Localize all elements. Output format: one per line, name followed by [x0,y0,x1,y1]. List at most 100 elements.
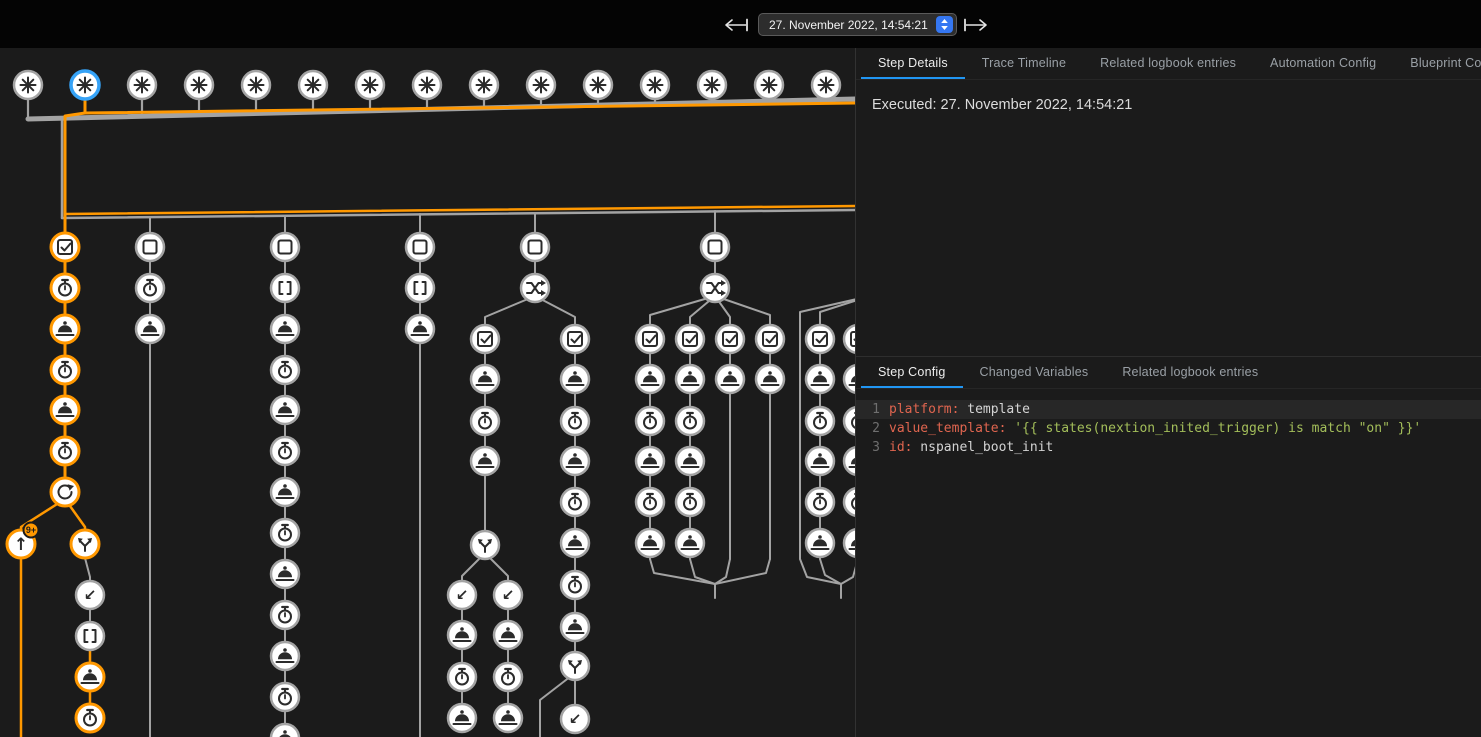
node-timer-delay-icon[interactable] [271,683,299,711]
node-timer-delay-icon[interactable] [806,488,834,516]
node-service-call-bell-icon[interactable] [561,365,589,393]
trigger-node[interactable] [185,71,213,99]
node-checkbox-blank-icon[interactable] [701,233,729,261]
node-timer-delay-icon[interactable] [448,663,476,691]
node-arrow-bottom-left-icon[interactable]: ↙ [561,705,589,733]
node-condition-checkbox-marked-icon[interactable] [806,325,834,353]
node-checkbox-blank-icon[interactable] [406,233,434,261]
node-arrow-bottom-left-icon[interactable]: ↙ [76,581,104,609]
node-arrow-bottom-left-icon[interactable]: ↙ [494,581,522,609]
node-service-call-bell-icon[interactable] [271,724,299,737]
node-timer-delay-icon[interactable] [561,488,589,516]
node-service-call-bell-icon[interactable] [51,315,79,343]
node-condition-checkbox-marked-icon[interactable] [756,325,784,353]
node-parallel-shuffle-icon[interactable] [521,274,549,302]
node-timer-delay-icon[interactable] [51,437,79,465]
tab-related-logbook-entries-2[interactable]: Related logbook entries [1105,357,1275,388]
node-service-call-bell-icon[interactable] [271,478,299,506]
next-run-button[interactable] [962,16,990,34]
node-timer-delay-icon[interactable] [271,356,299,384]
node-service-call-bell-icon[interactable] [806,365,834,393]
node-service-call-bell-icon[interactable] [471,447,499,475]
node-service-call-bell-icon[interactable] [844,529,855,557]
node-condition-checkbox-marked-icon[interactable] [636,325,664,353]
node-timer-delay-icon[interactable] [76,704,104,732]
node-service-call-bell-icon[interactable] [271,560,299,588]
node-service-call-bell-icon[interactable] [448,704,476,732]
trigger-node[interactable] [299,71,327,99]
tab-step-config[interactable]: Step Config [861,357,963,388]
node-service-call-bell-icon[interactable] [676,447,704,475]
node-repeat-refresh-icon[interactable] [51,478,79,506]
trigger-node[interactable] [641,71,669,99]
node-condition-checkbox-marked-icon[interactable] [561,325,589,353]
node-service-call-bell-icon[interactable] [561,613,589,641]
trigger-node[interactable] [470,71,498,99]
node-timer-delay-icon[interactable] [271,437,299,465]
trigger-node[interactable] [356,71,384,99]
node-checkbox-blank-icon[interactable] [271,233,299,261]
node-timer-delay-icon[interactable] [51,274,79,302]
node-timer-delay-icon[interactable] [844,488,855,516]
node-timer-delay-icon[interactable] [271,519,299,547]
node-timer-delay-icon[interactable] [676,407,704,435]
trigger-node[interactable] [698,71,726,99]
node-service-call-bell-icon[interactable] [76,663,104,691]
run-select[interactable]: 27. November 2022, 14:54:21 [758,13,957,36]
node-service-call-bell-icon[interactable] [806,447,834,475]
trigger-node[interactable] [812,71,840,99]
node-timer-delay-icon[interactable] [676,488,704,516]
node-service-call-bell-icon[interactable] [844,365,855,393]
node-service-call-bell-icon[interactable] [136,315,164,343]
node-service-call-bell-icon[interactable] [844,447,855,475]
node-parallel-shuffle-icon[interactable] [701,274,729,302]
node-code-brackets-icon[interactable] [76,622,104,650]
tab-blueprint-config[interactable]: Blueprint Config [1393,48,1481,79]
node-service-call-bell-icon[interactable] [406,315,434,343]
node-timer-delay-icon[interactable] [471,407,499,435]
node-timer-delay-icon[interactable] [806,407,834,435]
node-service-call-bell-icon[interactable] [636,447,664,475]
trace-graph[interactable]: ↑↙↙↙↙9+ [0,48,855,737]
node-timer-delay-icon[interactable] [51,356,79,384]
node-service-call-bell-icon[interactable] [676,365,704,393]
tab-changed-variables[interactable]: Changed Variables [963,357,1106,388]
trigger-node[interactable] [584,71,612,99]
previous-run-button[interactable] [722,16,750,34]
node-service-call-bell-icon[interactable] [271,642,299,670]
trigger-node[interactable] [755,71,783,99]
node-timer-delay-icon[interactable] [271,601,299,629]
code-line[interactable]: 3id: nspanel_boot_init [856,438,1481,457]
node-call-split-icon[interactable] [561,652,589,680]
node-timer-delay-icon[interactable] [636,407,664,435]
tab-related-logbook-entries[interactable]: Related logbook entries [1083,48,1253,79]
node-service-call-bell-icon[interactable] [806,529,834,557]
trigger-node[interactable] [14,71,42,99]
node-condition-checkbox-marked-icon[interactable] [51,233,79,261]
node-call-split-icon[interactable] [471,531,499,559]
tab-trace-timeline[interactable]: Trace Timeline [965,48,1083,79]
node-service-call-bell-icon[interactable] [561,529,589,557]
node-service-call-bell-icon[interactable] [676,529,704,557]
node-service-call-bell-icon[interactable] [561,447,589,475]
node-checkbox-blank-icon[interactable] [136,233,164,261]
trigger-node[interactable] [242,71,270,99]
trigger-node-selected[interactable] [71,71,99,99]
step-config-editor[interactable]: 1platform: template2value_template: '{{ … [856,400,1481,457]
trigger-node[interactable] [527,71,555,99]
node-timer-delay-icon[interactable] [636,488,664,516]
node-service-call-bell-icon[interactable] [471,365,499,393]
trigger-node[interactable] [413,71,441,99]
tab-automation-config[interactable]: Automation Config [1253,48,1393,79]
node-code-brackets-icon[interactable] [406,274,434,302]
node-arrow-bottom-left-icon[interactable]: ↙ [448,581,476,609]
node-condition-checkbox-marked-icon[interactable] [471,325,499,353]
node-condition-checkbox-marked-icon[interactable] [716,325,744,353]
node-service-call-bell-icon[interactable] [494,704,522,732]
code-line[interactable]: 1platform: template [856,400,1481,419]
node-timer-delay-icon[interactable] [494,663,522,691]
node-timer-delay-icon[interactable] [844,407,855,435]
node-service-call-bell-icon[interactable] [636,365,664,393]
tab-step-details[interactable]: Step Details [861,48,965,79]
node-condition-checkbox-marked-icon[interactable] [676,325,704,353]
